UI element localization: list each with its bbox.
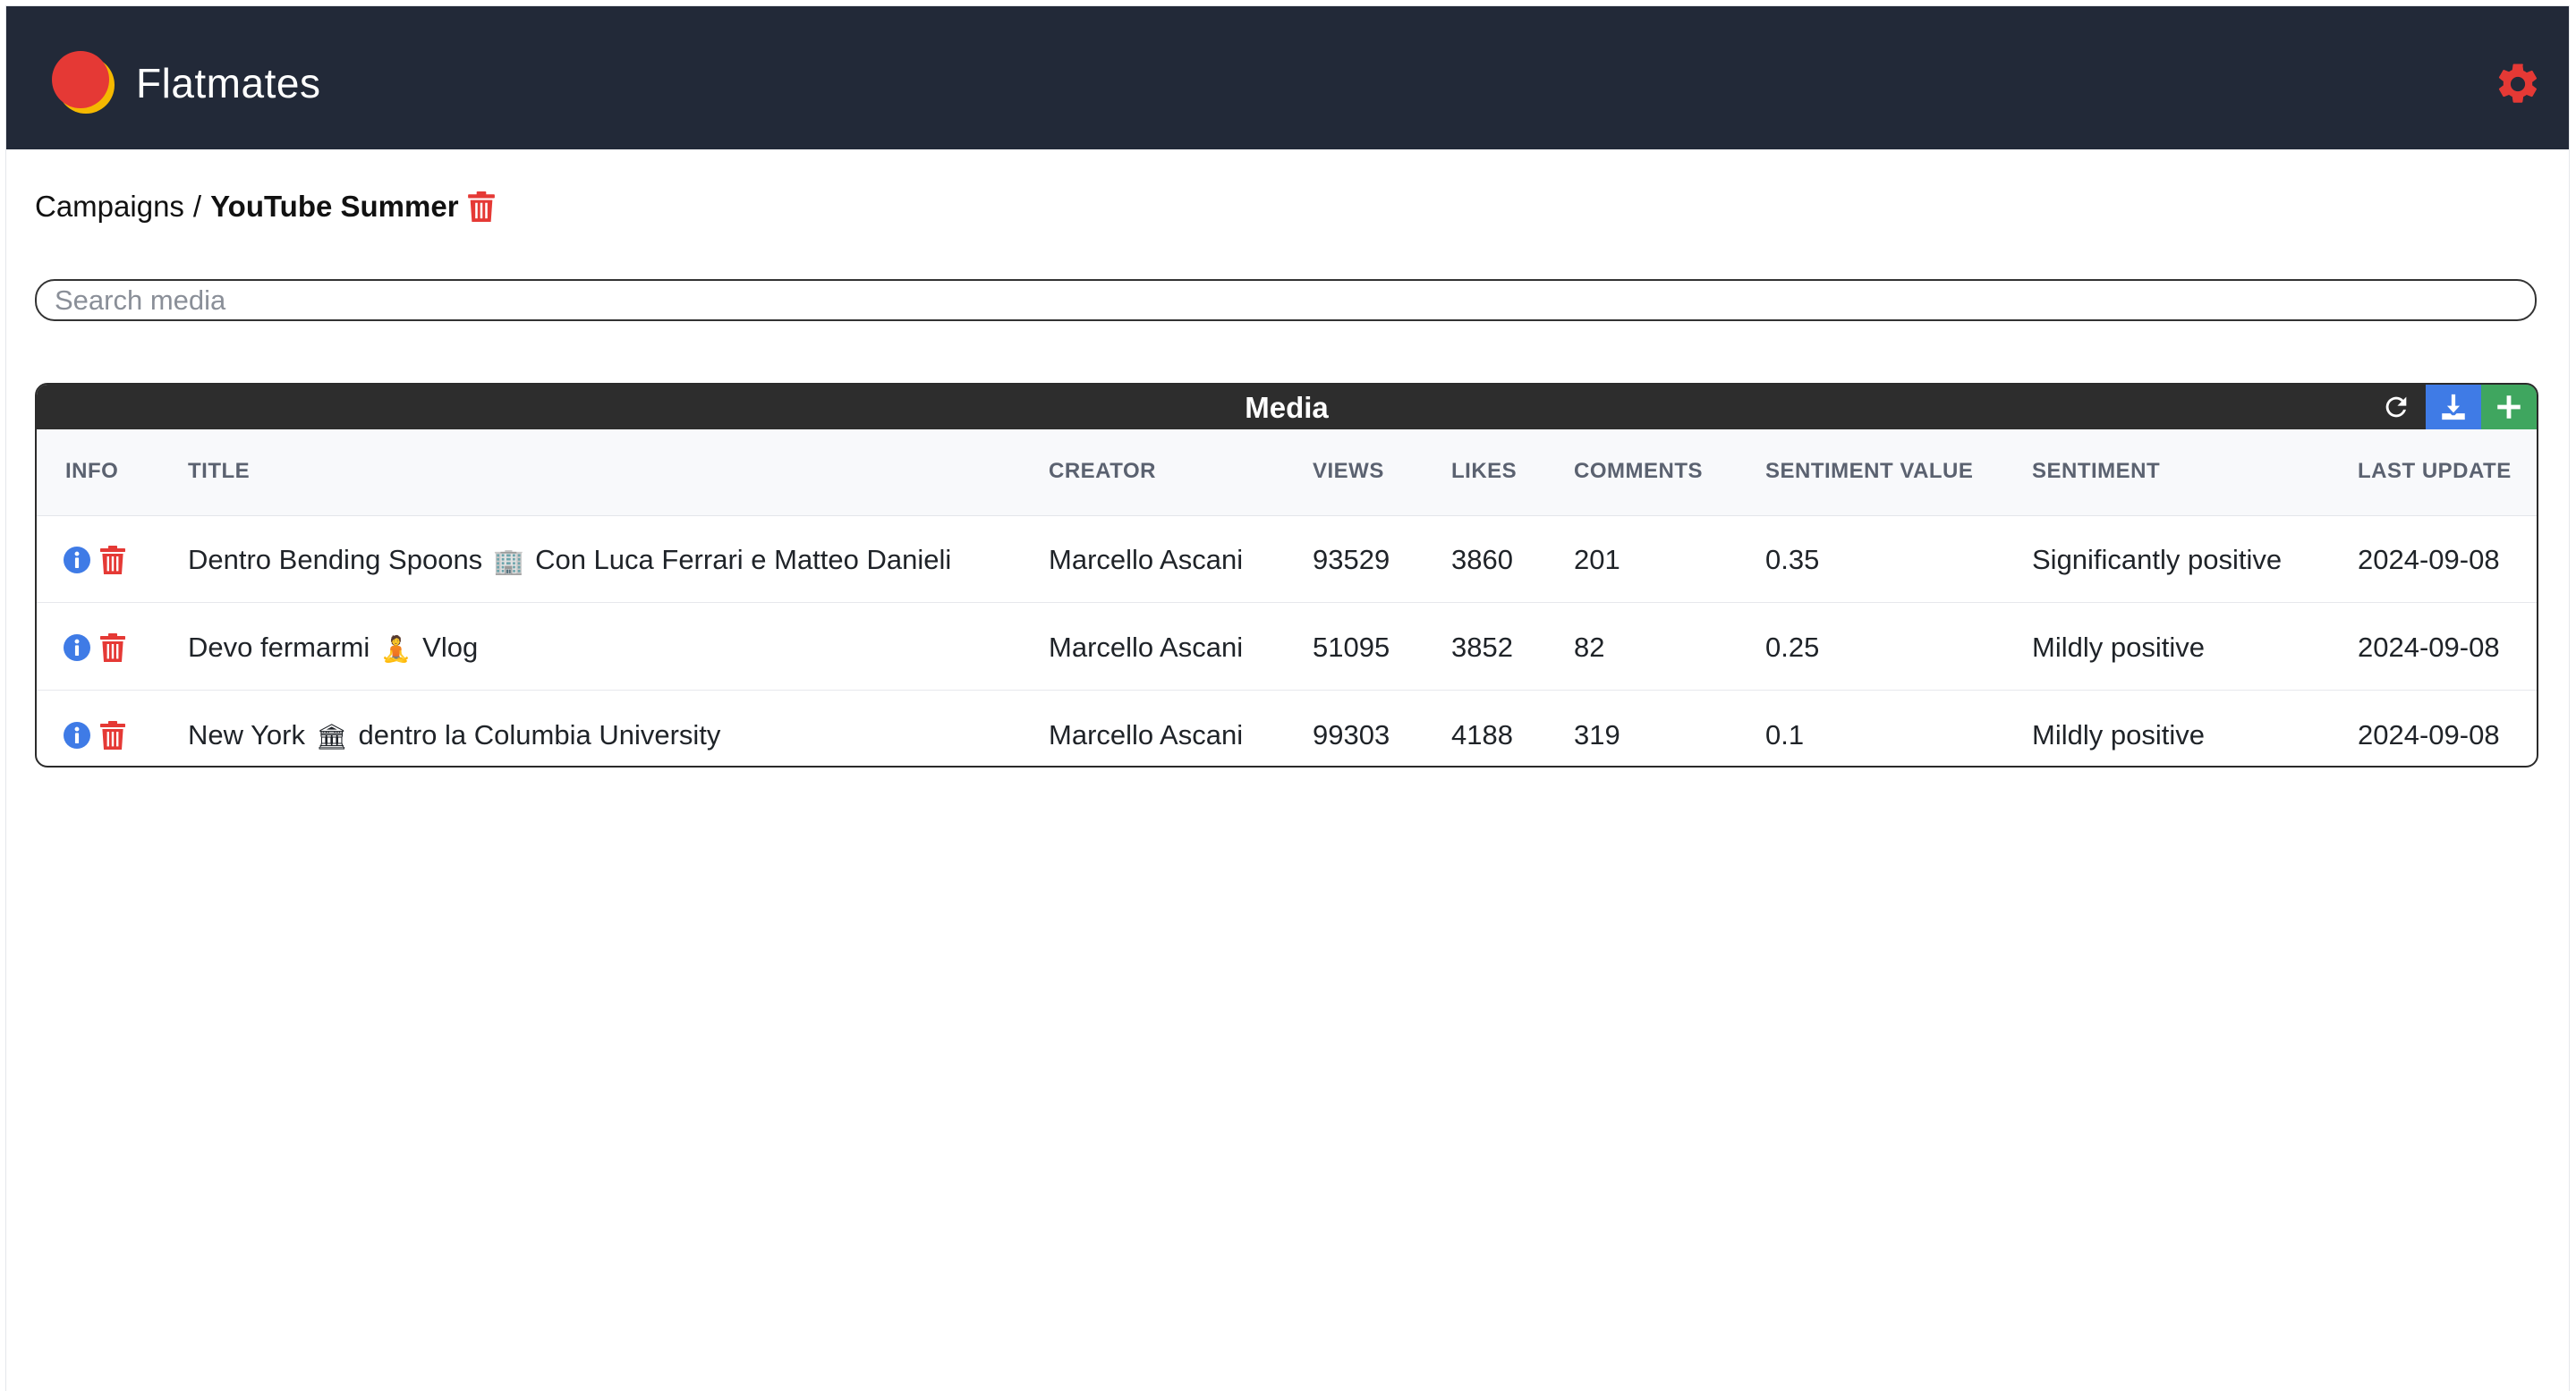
media-title-cell: New York 🏛 dentro la Columbia University: [188, 717, 720, 755]
media-title-part: Vlog: [422, 632, 479, 663]
refresh-icon: [2385, 396, 2407, 418]
trash-icon[interactable]: [99, 633, 126, 662]
creator-cell: Marcello Ascani: [1049, 544, 1244, 575]
table-row[interactable]: Dentro Bending Spoons 🏢 Con Luca Ferrari e…: [37, 515, 2537, 603]
breadcrumb: Campaigns / YouTube Summer: [35, 187, 495, 226]
sentiment-value-cell: 0.1: [1765, 719, 1805, 751]
sentiment-cell: Mildly positive: [2032, 719, 2205, 751]
info-icon[interactable]: [64, 721, 90, 750]
column-header-info[interactable]: INFO: [65, 458, 118, 485]
sentiment-value-cell: 0.35: [1765, 544, 1820, 575]
last-update-cell: 2024-09-08: [2358, 632, 2500, 663]
sentiment-value-cell: 0.25: [1765, 632, 1820, 663]
column-header-views[interactable]: VIEWS: [1313, 458, 1384, 485]
media-title-cell: Devo fermarmi 🧘 Vlog: [188, 630, 478, 667]
views-cell: 51095: [1313, 632, 1390, 663]
meditation-emoji: 🧘: [380, 634, 412, 663]
delete-campaign-trash-icon[interactable]: [467, 191, 495, 222]
media-panel: Media INFO TITLE CREATOR VIEWS LIKES COM…: [35, 383, 2538, 768]
search-media-input[interactable]: [35, 279, 2537, 321]
info-icon[interactable]: [64, 546, 90, 574]
table-row[interactable]: New York 🏛 dentro la Columbia University M…: [37, 691, 2537, 766]
creator-cell: Marcello Ascani: [1049, 719, 1244, 751]
gear-icon[interactable]: [2494, 60, 2542, 108]
logo-icon[interactable]: [47, 47, 118, 119]
breadcrumb-separator: /: [192, 190, 202, 223]
views-cell: 93529: [1313, 544, 1390, 575]
app-page: Flatmates Campaigns / YouTube Summer Med…: [6, 6, 2569, 1391]
likes-cell: 3852: [1451, 632, 1513, 663]
media-title-part: Devo fermarmi: [188, 632, 370, 663]
add-media-button[interactable]: [2481, 385, 2537, 429]
table-row[interactable]: Devo fermarmi 🧘 Vlog Marcello Ascani 51095…: [37, 603, 2537, 691]
media-title-cell: Dentro Bending Spoons 🏢 Con Luca Ferrari e…: [188, 542, 951, 580]
last-update-cell: 2024-09-08: [2358, 719, 2500, 751]
views-cell: 99303: [1313, 719, 1390, 751]
last-update-cell: 2024-09-08: [2358, 544, 2500, 575]
media-panel-header: Media: [37, 385, 2537, 429]
trash-icon[interactable]: [99, 721, 126, 750]
app-title[interactable]: Flatmates: [136, 58, 320, 108]
sentiment-cell: Mildly positive: [2032, 632, 2205, 663]
media-title-part: Dentro Bending Spoons: [188, 544, 483, 575]
column-header-creator[interactable]: CREATOR: [1049, 458, 1156, 485]
top-navbar: Flatmates: [6, 6, 2569, 149]
column-header-last-update[interactable]: LAST UPDATE: [2358, 458, 2512, 485]
comments-cell: 201: [1574, 544, 1620, 575]
download-button[interactable]: [2426, 385, 2481, 429]
info-icon[interactable]: [64, 633, 90, 662]
comments-cell: 82: [1574, 632, 1605, 663]
comments-cell: 319: [1574, 719, 1620, 751]
breadcrumb-campaigns-link[interactable]: Campaigns: [35, 187, 184, 226]
likes-cell: 4188: [1451, 719, 1513, 751]
office-building-emoji: 🏢: [493, 547, 525, 575]
column-header-title[interactable]: TITLE: [188, 458, 250, 485]
media-title-part: New York: [188, 719, 305, 751]
trash-icon[interactable]: [99, 546, 126, 574]
creator-cell: Marcello Ascani: [1049, 632, 1244, 663]
media-panel-title: Media: [1245, 391, 1329, 424]
column-header-likes[interactable]: LIKES: [1451, 458, 1517, 485]
classical-building-emoji: 🏛: [315, 722, 348, 751]
media-title-part: dentro la Columbia University: [358, 719, 721, 751]
table-header-row: [37, 429, 2537, 516]
media-title-part: Con Luca Ferrari e Matteo Danieli: [535, 544, 952, 575]
plus-icon: [2497, 395, 2521, 419]
sentiment-cell: Significantly positive: [2032, 544, 2283, 575]
breadcrumb-current-campaign: YouTube Summer: [210, 190, 459, 223]
column-header-sentiment-value[interactable]: SENTIMENT VALUE: [1765, 458, 1973, 485]
column-header-comments[interactable]: COMMENTS: [1574, 458, 1703, 485]
column-header-sentiment[interactable]: SENTIMENT: [2032, 458, 2160, 485]
likes-cell: 3860: [1451, 544, 1513, 575]
download-icon: [2442, 394, 2465, 420]
refresh-button[interactable]: [2368, 385, 2424, 429]
